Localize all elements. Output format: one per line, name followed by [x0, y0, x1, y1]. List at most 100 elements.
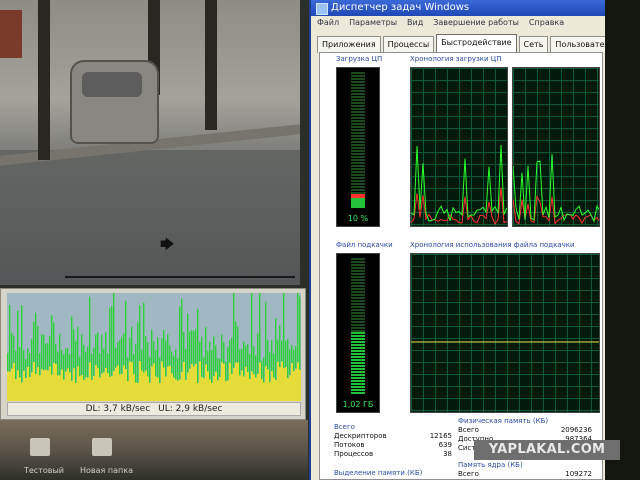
upload-bar: [299, 369, 301, 401]
upload-bar: [13, 363, 15, 401]
upload-bar: [57, 375, 59, 401]
download-bar: [31, 339, 33, 373]
upload-bar: [119, 374, 121, 401]
download-bar: [215, 345, 217, 372]
window-title: Диспетчер задач Windows: [331, 2, 470, 13]
upload-bar: [231, 373, 233, 401]
stat-label: Потоков: [334, 441, 365, 449]
download-bar: [195, 328, 197, 364]
cpu-meter-empty: [351, 72, 365, 196]
menu-shutdown[interactable]: Завершение работы: [433, 16, 519, 30]
desktop-icon[interactable]: [30, 438, 50, 456]
download-bar: [97, 332, 99, 369]
download-bar: [247, 343, 249, 372]
upload-bar: [255, 377, 257, 401]
download-bar: [35, 312, 37, 374]
menu-view[interactable]: Вид: [407, 16, 423, 30]
upload-bar: [253, 374, 255, 401]
download-bar: [19, 347, 21, 378]
upload-bar: [209, 379, 211, 401]
pagefile-history-chart: [411, 341, 599, 343]
download-bar: [115, 347, 117, 368]
download-bar: [209, 341, 211, 380]
upload-bar: [7, 371, 9, 401]
tab-applications[interactable]: Приложения: [317, 36, 381, 53]
download-bar: [109, 308, 111, 377]
cpu-usage-meter: 10 %: [336, 67, 380, 227]
download-bar: [101, 334, 103, 374]
tab-performance[interactable]: Быстродействие: [436, 34, 517, 53]
download-bar: [297, 293, 299, 363]
download-bar: [243, 341, 245, 377]
download-bar: [87, 346, 89, 378]
menu-help[interactable]: Справка: [529, 16, 564, 30]
upload-bar: [173, 377, 175, 401]
download-bar: [283, 293, 285, 369]
upload-bar: [275, 379, 277, 401]
upload-bar: [195, 363, 197, 401]
upload-bar: [153, 363, 155, 401]
upload-bar: [109, 376, 111, 401]
upload-bar: [159, 382, 161, 401]
upload-bar: [83, 379, 85, 401]
download-bar: [9, 305, 11, 372]
download-bar: [235, 321, 237, 363]
upload-bar: [181, 371, 183, 401]
download-bar: [253, 345, 255, 375]
pagefile-value: 1,02 ГБ: [342, 400, 374, 409]
upload-bar: [93, 375, 95, 401]
upload-bar: [87, 377, 89, 401]
upload-bar: [145, 370, 147, 401]
upload-bar: [187, 372, 189, 401]
upload-bar: [217, 380, 219, 401]
download-bar: [139, 305, 141, 362]
upload-bar: [29, 376, 31, 401]
download-bar: [213, 336, 215, 377]
download-bar: [121, 336, 123, 374]
app-icon: [316, 3, 328, 15]
download-bar: [107, 353, 109, 374]
upload-bar: [183, 362, 185, 401]
upload-bar: [155, 376, 157, 401]
upload-bar: [165, 376, 167, 401]
download-bar: [273, 353, 275, 378]
download-bar: [285, 340, 287, 368]
traffic-graph: [7, 293, 301, 401]
performance-panel: Загрузка ЦП 10 % Хронология загрузки ЦП …: [319, 52, 603, 480]
cpu-history-graph-2: [512, 67, 600, 227]
upload-bar: [197, 382, 199, 401]
download-bar: [261, 360, 263, 380]
download-bar: [29, 353, 31, 377]
upload-bar: [259, 362, 261, 401]
upload-bar: [79, 376, 81, 401]
upload-bar: [215, 371, 217, 401]
stat-value: 2096236: [560, 426, 592, 434]
menu-options[interactable]: Параметры: [349, 16, 397, 30]
tab-processes[interactable]: Процессы: [382, 36, 435, 53]
upload-bar: [51, 374, 53, 401]
upload-bar: [31, 372, 33, 401]
upload-bar: [101, 373, 103, 401]
download-bar: [175, 349, 177, 380]
download-bar: [129, 337, 131, 362]
upload-bar: [123, 365, 125, 401]
download-bar: [277, 339, 279, 362]
tab-network[interactable]: Сеть: [518, 36, 549, 53]
download-bar: [177, 358, 179, 381]
download-bar: [123, 333, 125, 366]
upload-bar: [239, 375, 241, 401]
download-bar: [269, 352, 271, 382]
upload-bar: [281, 361, 283, 401]
stat-value: 38: [443, 450, 452, 458]
download-bar: [41, 334, 43, 370]
tree-trunk: [38, 0, 50, 160]
cpu-usage-label: Загрузка ЦП: [336, 55, 383, 63]
download-bar: [295, 346, 297, 369]
download-bar: [71, 316, 73, 381]
cpu-total-series: [411, 144, 507, 222]
menu-file[interactable]: Файл: [317, 16, 339, 30]
upload-bar: [115, 367, 117, 401]
upload-bar: [273, 377, 275, 401]
folder-icon[interactable]: [92, 438, 112, 456]
totals-heading: Всего: [334, 423, 355, 431]
